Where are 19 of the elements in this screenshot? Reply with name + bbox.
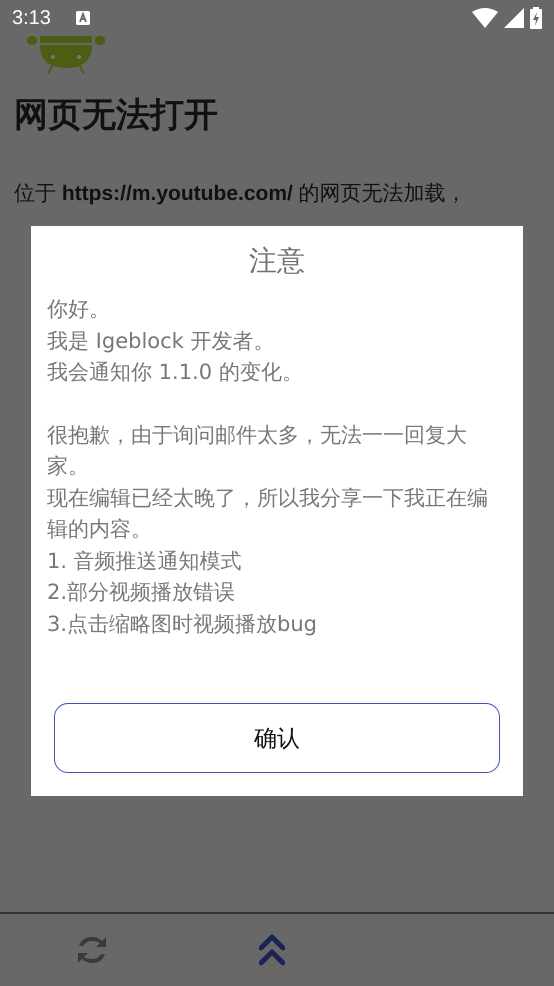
wifi-icon bbox=[472, 8, 498, 28]
signal-icon bbox=[504, 8, 524, 28]
confirm-button[interactable]: 确认 bbox=[54, 703, 500, 773]
battery-icon bbox=[530, 7, 542, 29]
dialog-text-line: 现在编辑已经太晚了，所以我分享一下我正在编辑的内容。 bbox=[47, 484, 489, 543]
dialog-text-line: 我是 Igeblock 开发者。 bbox=[47, 328, 276, 354]
keyboard-notification-icon bbox=[74, 10, 91, 26]
page-title: 网页无法打开 bbox=[14, 94, 219, 137]
android-robot-icon bbox=[27, 36, 105, 76]
dialog-text-line: 很抱歉，由于询问邮件太多，无法一一回复大家。 bbox=[47, 422, 468, 480]
status-time: 3:13 bbox=[12, 6, 51, 30]
dialog-text-line: 1. 音频推送通知模式 bbox=[47, 548, 243, 574]
dialog-text-line: 你好。 bbox=[47, 296, 111, 323]
dialog-text-line: 2.部分视频播放错误 bbox=[47, 579, 236, 606]
dialog-text-line: 3.点击缩略图时视频播放bug bbox=[47, 610, 318, 638]
dialog-text-line: 我会通知你 1.1.0 的变化。 bbox=[47, 359, 304, 386]
error-message: 位于 https://m.youtube.com/ 的网页无法加载， bbox=[14, 181, 468, 207]
double-chevron-up-icon[interactable] bbox=[259, 934, 285, 966]
dialog-title: 注意 bbox=[248, 243, 306, 279]
